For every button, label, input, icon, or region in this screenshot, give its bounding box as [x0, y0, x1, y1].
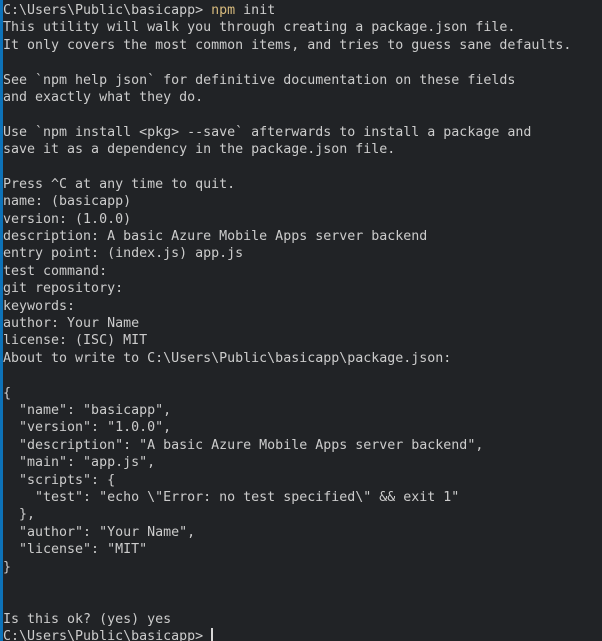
terminal-line: See `npm help json` for definitive docum…: [3, 72, 602, 89]
command-name: npm: [211, 3, 236, 18]
terminal-window[interactable]: C:\Users\Public\basicapp> npm init This u…: [0, 0, 602, 641]
terminal-line: Use `npm install <pkg> --save` afterward…: [3, 124, 602, 141]
terminal-line: "description": "A basic Azure Mobile App…: [3, 437, 602, 454]
terminal-line: license: (ISC) MIT: [3, 332, 602, 349]
terminal-line: entry point: (index.js) app.js: [3, 245, 602, 262]
terminal-output-buffer[interactable]: C:\Users\Public\basicapp> npm init This u…: [3, 2, 602, 641]
terminal-line: }: [3, 559, 602, 576]
terminal-text: entry point: (index.js) app.js: [3, 246, 244, 262]
terminal-line: About to write to C:\Users\Public\basica…: [3, 350, 602, 367]
terminal-text: keywords:: [3, 298, 76, 314]
terminal-text: save it as a dependency in the package.j…: [3, 142, 396, 158]
terminal-line: {: [3, 385, 602, 402]
terminal-text: version: (1.0.0): [3, 211, 132, 227]
terminal-text: "main": "app.js",: [3, 455, 156, 471]
terminal-line: Is this ok? (yes) yes: [3, 611, 602, 628]
terminal-line: "scripts": {: [3, 472, 602, 489]
terminal-line: test command:: [3, 263, 602, 280]
terminal-focus-border: [0, 0, 3, 641]
terminal-line: This utility will walk you through creat…: [3, 19, 602, 36]
terminal-text: C:\Users\Public\basicapp>: [3, 629, 212, 641]
terminal-text: See `npm help json` for definitive docum…: [3, 72, 516, 88]
terminal-text: Use `npm install <pkg> --save` afterward…: [3, 124, 532, 140]
terminal-line: "name": "basicapp",: [3, 402, 602, 419]
terminal-text: "author": "Your Name",: [3, 524, 196, 540]
terminal-text: },: [3, 507, 36, 523]
terminal-text: "version": "1.0.0",: [3, 420, 172, 436]
terminal-text: license: (ISC) MIT: [3, 333, 148, 349]
terminal-line: C:\Users\Public\basicapp> npm init: [3, 2, 602, 19]
terminal-text: C:\Users\Public\basicapp>: [3, 3, 212, 18]
terminal-text: "description": "A basic Azure Mobile App…: [3, 437, 484, 453]
terminal-line: save it as a dependency in the package.j…: [3, 141, 602, 158]
terminal-line: "author": "Your Name",: [3, 524, 602, 541]
terminal-line: C:\Users\Public\basicapp>: [3, 628, 602, 641]
terminal-line: name: (basicapp): [3, 193, 602, 210]
terminal-line: version: (1.0.0): [3, 211, 602, 228]
terminal-text: test command:: [3, 263, 108, 279]
terminal-text: About to write to C:\Users\Public\basica…: [3, 350, 452, 366]
terminal-line: Press ^C at any time to quit.: [3, 176, 602, 193]
terminal-text: git repository:: [3, 281, 124, 297]
terminal-line: },: [3, 506, 602, 523]
terminal-text: {: [3, 385, 12, 401]
terminal-text: author: Your Name: [3, 316, 140, 332]
terminal-line: "version": "1.0.0",: [3, 419, 602, 436]
terminal-text: "scripts": {: [3, 472, 116, 488]
terminal-text: description: A basic Azure Mobile Apps s…: [3, 229, 428, 245]
terminal-text: "name": "basicapp",: [3, 402, 172, 418]
terminal-line: "test": "echo \"Error: no test specified…: [3, 489, 602, 506]
terminal-text: }: [3, 559, 12, 575]
terminal-text: Press ^C at any time to quit.: [3, 176, 236, 192]
terminal-line: description: A basic Azure Mobile Apps s…: [3, 228, 602, 245]
terminal-line: git repository:: [3, 280, 602, 297]
terminal-line: It only covers the most common items, an…: [3, 37, 602, 54]
terminal-line: keywords:: [3, 298, 602, 315]
terminal-text: and exactly what they do.: [3, 89, 204, 105]
text-cursor: [211, 628, 214, 641]
terminal-line: "license": "MIT": [3, 541, 602, 558]
terminal-text: Is this ok? (yes) yes: [3, 611, 172, 627]
terminal-text: init: [235, 3, 276, 18]
terminal-text: It only covers the most common items, an…: [3, 37, 572, 53]
terminal-line: and exactly what they do.: [3, 89, 602, 106]
terminal-text: "test": "echo \"Error: no test specified…: [3, 489, 460, 505]
terminal-line: "main": "app.js",: [3, 454, 602, 471]
terminal-text: This utility will walk you through creat…: [3, 20, 516, 36]
terminal-text: name: (basicapp): [3, 194, 132, 210]
terminal-line: author: Your Name: [3, 315, 602, 332]
terminal-text: "license": "MIT": [3, 542, 148, 558]
